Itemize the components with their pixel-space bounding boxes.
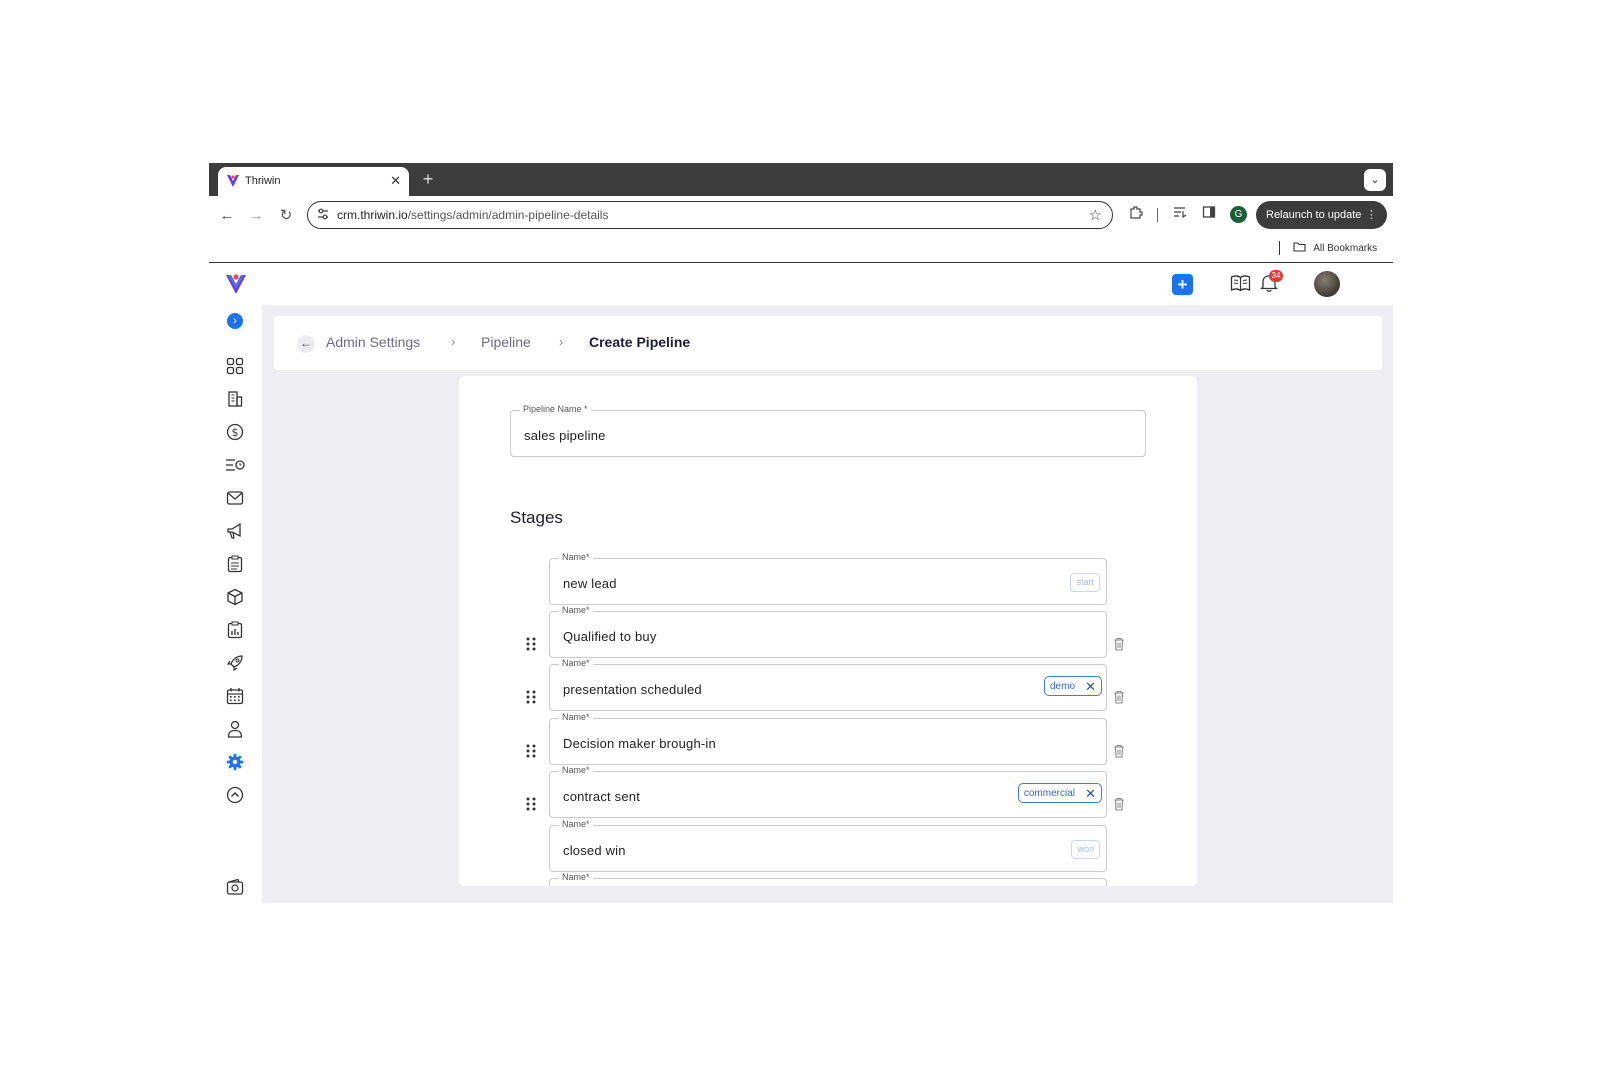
stage-tag-demo: demo ✕	[1043, 676, 1102, 696]
browser-tab[interactable]: Thriwin ✕	[218, 167, 409, 196]
url-path: /settings/admin/admin-pipeline-details	[407, 208, 609, 222]
chrome-menu-icon[interactable]: ⋮	[1366, 201, 1377, 229]
side-panel-icon[interactable]	[1199, 205, 1219, 225]
remove-tag-close-icon[interactable]: ✕	[1085, 677, 1096, 696]
email-envelope-icon[interactable]	[224, 487, 246, 509]
pipeline-name-value: sales pipeline	[524, 428, 606, 443]
stage-name-value: Qualified to buy	[563, 629, 657, 644]
url-text: crm.thriwin.io/settings/admin/admin-pipe…	[337, 208, 608, 222]
stage-name-label: Name*	[559, 552, 593, 562]
breadcrumb-admin-settings[interactable]: Admin Settings	[326, 334, 420, 350]
stage-tag-label: demo	[1049, 681, 1075, 692]
back-arrow-icon[interactable]: ←	[297, 335, 315, 353]
breadcrumb-pipeline[interactable]: Pipeline	[481, 334, 531, 350]
stage-name-label: Name*	[559, 872, 593, 882]
tab-title: Thriwin	[245, 175, 281, 187]
folder-icon	[1293, 242, 1313, 254]
stage-name-value: Decision maker brough-in	[563, 736, 716, 751]
drag-handle-icon[interactable]	[525, 743, 537, 759]
stage-name-label: Name*	[559, 658, 593, 668]
stage-field[interactable]: Name* new lead start	[549, 552, 1107, 605]
activities-list-clock-icon[interactable]	[224, 454, 246, 476]
all-bookmarks-label: All Bookmarks	[1313, 243, 1378, 254]
expand-sidebar-chevron-icon[interactable]: ›	[227, 313, 243, 329]
stage-name-value: new lead	[563, 576, 617, 591]
calendar-icon[interactable]	[224, 685, 246, 707]
address-bar[interactable]: crm.thriwin.io/settings/admin/admin-pipe…	[307, 201, 1113, 229]
all-bookmarks[interactable]: All Bookmarks	[1293, 240, 1377, 258]
notification-count-badge: 34	[1269, 270, 1283, 282]
user-avatar[interactable]	[1314, 271, 1340, 297]
stage-name-value: contract sent	[563, 789, 641, 804]
stage-field[interactable]: Name* Qualified to buy	[549, 605, 1107, 658]
stage-name-label: Name*	[559, 605, 593, 615]
relaunch-label: Relaunch to update	[1266, 209, 1362, 221]
stage-name-label: Name*	[559, 712, 593, 722]
tasks-clipboard-icon[interactable]	[224, 553, 246, 575]
dashboard-grid-icon[interactable]	[224, 355, 246, 377]
reading-list-icon[interactable]	[1170, 205, 1190, 225]
stage-field[interactable]: Name* Decision maker brough-in	[549, 712, 1107, 765]
pipeline-name-field[interactable]: Pipeline Name * sales pipeline	[510, 404, 1146, 457]
contacts-person-icon[interactable]	[224, 718, 246, 740]
wallet-icon[interactable]	[224, 876, 246, 898]
breadcrumb-chevron-icon: ›	[451, 334, 456, 349]
tab-close-icon[interactable]: ✕	[390, 173, 401, 189]
reports-clipboard-chart-icon[interactable]	[224, 619, 246, 641]
stage-field[interactable]: Name* closed win won	[549, 819, 1107, 872]
drag-handle-icon[interactable]	[525, 796, 537, 812]
svg-text:$: $	[232, 426, 239, 439]
thriwin-favicon-icon	[226, 174, 240, 193]
settings-gear-icon[interactable]	[224, 751, 246, 773]
stage-name-value: closed win	[563, 843, 626, 858]
extensions-icon[interactable]	[1126, 205, 1146, 225]
stage-tag-start: start	[1070, 573, 1100, 592]
forward-arrow-icon[interactable]: →	[245, 205, 267, 227]
delete-stage-trash-icon[interactable]	[1113, 744, 1126, 758]
delete-stage-trash-icon[interactable]	[1113, 690, 1126, 704]
campaigns-megaphone-icon[interactable]	[224, 520, 246, 542]
pipeline-name-label: Pipeline Name *	[520, 404, 591, 414]
deals-dollar-icon[interactable]: $	[224, 421, 246, 443]
pipeline-form-card: Pipeline Name * sales pipeline Stages Na…	[459, 376, 1197, 886]
stage-tag-commercial: commercial ✕	[1017, 783, 1102, 803]
delete-stage-trash-icon[interactable]	[1113, 637, 1126, 651]
back-arrow-icon[interactable]: ←	[216, 205, 238, 227]
stage-name-label: Name*	[559, 819, 593, 829]
drag-handle-icon[interactable]	[525, 636, 537, 652]
url-host: crm.thriwin.io	[337, 208, 408, 222]
stages-heading: Stages	[510, 508, 563, 527]
remove-tag-close-icon[interactable]: ✕	[1085, 784, 1096, 803]
reload-icon[interactable]: ↻	[275, 205, 297, 227]
browser-profile-avatar[interactable]: G	[1230, 206, 1247, 223]
tab-search-chevron-icon[interactable]: ⌄	[1364, 169, 1386, 191]
thriwin-logo-icon[interactable]	[224, 272, 248, 296]
stage-field[interactable]: Name*	[549, 872, 1107, 886]
stage-tag-label: commercial	[1023, 788, 1075, 799]
companies-building-icon[interactable]	[224, 388, 246, 410]
breadcrumb-bar	[274, 316, 1382, 370]
bookmark-star-icon[interactable]: ☆	[1089, 206, 1102, 224]
products-box-icon[interactable]	[224, 586, 246, 608]
breadcrumb-create-pipeline: Create Pipeline	[589, 334, 691, 350]
site-info-icon[interactable]	[316, 207, 330, 226]
toolbar-divider	[1157, 208, 1158, 222]
bookmarks-divider	[1279, 241, 1280, 255]
new-tab-button[interactable]: +	[418, 169, 438, 189]
stage-name-label: Name*	[559, 765, 593, 775]
stage-field[interactable]: Name* presentation scheduled demo ✕	[549, 658, 1107, 711]
delete-stage-trash-icon[interactable]	[1113, 797, 1126, 811]
relaunch-button[interactable]: Relaunch to update ⋮	[1256, 201, 1387, 229]
stage-field[interactable]: Name* contract sent commercial ✕	[549, 765, 1107, 818]
knowledge-book-icon[interactable]	[1230, 274, 1251, 294]
quick-add-button[interactable]: +	[1172, 274, 1193, 295]
stage-name-value: presentation scheduled	[563, 682, 702, 697]
breadcrumb-chevron-icon: ›	[559, 334, 564, 349]
drag-handle-icon[interactable]	[525, 689, 537, 705]
integrations-rocket-icon[interactable]	[224, 652, 246, 674]
collapse-chevron-up-icon[interactable]	[224, 784, 246, 806]
stage-tag-won: won	[1071, 840, 1100, 859]
